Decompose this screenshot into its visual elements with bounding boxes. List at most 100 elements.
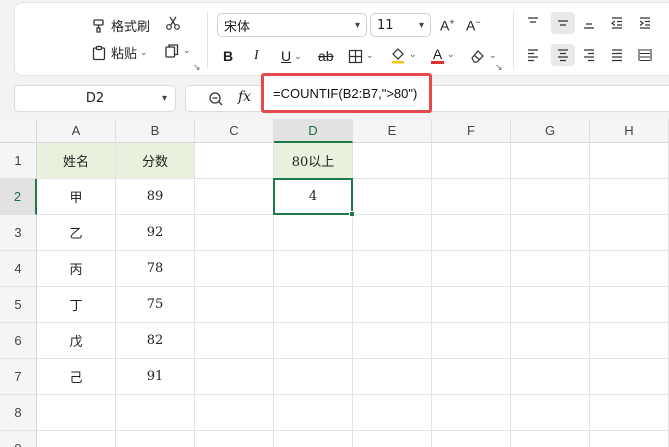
cell-b7[interactable]: 91: [116, 359, 195, 395]
row-header-5[interactable]: 5: [0, 287, 37, 323]
column-header-e[interactable]: E: [353, 119, 432, 143]
indent-decrease-button[interactable]: [609, 12, 625, 34]
row-header-8[interactable]: 8: [0, 395, 37, 431]
cell-f9[interactable]: [432, 431, 511, 447]
cell-b6[interactable]: 82: [116, 323, 195, 359]
cell-e6[interactable]: [353, 323, 432, 359]
cell-b1[interactable]: 分数: [116, 143, 195, 179]
cell-g7[interactable]: [511, 359, 590, 395]
clear-format-button[interactable]: ⌄: [470, 45, 497, 67]
cell-g5[interactable]: [511, 287, 590, 323]
cell-b3[interactable]: 92: [116, 215, 195, 251]
column-header-c[interactable]: C: [195, 119, 274, 143]
cell-c8[interactable]: [195, 395, 274, 431]
fill-handle[interactable]: [349, 211, 355, 217]
cell-b8[interactable]: [116, 395, 195, 431]
increase-font-button[interactable]: A+: [440, 14, 455, 36]
cell-g2[interactable]: [511, 179, 590, 215]
decrease-font-button[interactable]: A−: [466, 14, 481, 36]
align-bottom-button[interactable]: [581, 12, 597, 34]
cell-c3[interactable]: [195, 215, 274, 251]
select-all-corner[interactable]: [0, 119, 37, 143]
cell-a2[interactable]: 甲: [37, 179, 116, 215]
cell-f5[interactable]: [432, 287, 511, 323]
align-right-button[interactable]: [581, 44, 597, 66]
cell-g9[interactable]: [511, 431, 590, 447]
cell-h1[interactable]: [590, 143, 669, 179]
cell-d1[interactable]: 80以上: [274, 143, 353, 179]
column-header-g[interactable]: G: [511, 119, 590, 143]
copy-button[interactable]: ⌄: [164, 43, 191, 59]
cell-h8[interactable]: [590, 395, 669, 431]
cell-a7[interactable]: 己: [37, 359, 116, 395]
cell-d3[interactable]: [274, 215, 353, 251]
cut-button[interactable]: [165, 15, 181, 31]
align-left-button[interactable]: [525, 44, 541, 66]
cell-a6[interactable]: 戊: [37, 323, 116, 359]
row-header-4[interactable]: 4: [0, 251, 37, 287]
cell-d9[interactable]: [274, 431, 353, 447]
name-box[interactable]: D2 ▾: [14, 85, 176, 112]
cell-e7[interactable]: [353, 359, 432, 395]
cell-d7[interactable]: [274, 359, 353, 395]
indent-increase-button[interactable]: [637, 12, 653, 34]
cell-c6[interactable]: [195, 323, 274, 359]
format-painter-button[interactable]: 格式刷: [91, 16, 150, 35]
cell-a5[interactable]: 丁: [37, 287, 116, 323]
cell-e1[interactable]: [353, 143, 432, 179]
cell-f2[interactable]: [432, 179, 511, 215]
cell-e2[interactable]: [353, 179, 432, 215]
borders-button[interactable]: ⌄: [348, 45, 374, 67]
cell-a3[interactable]: 乙: [37, 215, 116, 251]
row-header-3[interactable]: 3: [0, 215, 37, 251]
zoom-icon[interactable]: [208, 91, 224, 111]
row-header-7[interactable]: 7: [0, 359, 37, 395]
cell-g1[interactable]: [511, 143, 590, 179]
row-header-2[interactable]: 2: [0, 179, 37, 215]
italic-button[interactable]: I: [254, 45, 259, 67]
cell-d6[interactable]: [274, 323, 353, 359]
cell-e8[interactable]: [353, 395, 432, 431]
cell-d4[interactable]: [274, 251, 353, 287]
formula-input[interactable]: =COUNTIF(B2:B7,">80"): [261, 73, 432, 113]
spreadsheet-grid[interactable]: A B C D E F G H 1 姓名 分数 80以上 2 甲 89 4 3 乙 92 4 丙 78 5 丁 75 6 戊 82 7 己…: [0, 119, 669, 447]
cell-e5[interactable]: [353, 287, 432, 323]
font-name-select[interactable]: 宋体 ▾: [217, 13, 367, 37]
cell-c9[interactable]: [195, 431, 274, 447]
cell-b9[interactable]: [116, 431, 195, 447]
align-center-button[interactable]: [551, 44, 575, 66]
cell-c2[interactable]: [195, 179, 274, 215]
cell-f6[interactable]: [432, 323, 511, 359]
cell-c1[interactable]: [195, 143, 274, 179]
clipboard-expand-icon[interactable]: ↘: [193, 63, 201, 73]
column-header-d[interactable]: D: [274, 119, 353, 143]
font-expand-icon[interactable]: ↘: [495, 63, 503, 73]
cell-h9[interactable]: [590, 431, 669, 447]
cell-g6[interactable]: [511, 323, 590, 359]
cell-a9[interactable]: [37, 431, 116, 447]
fill-color-button[interactable]: ⌄: [390, 44, 417, 66]
cell-g3[interactable]: [511, 215, 590, 251]
cell-f7[interactable]: [432, 359, 511, 395]
cell-d2[interactable]: 4: [274, 179, 353, 215]
row-header-9[interactable]: 9: [0, 431, 37, 447]
cell-d5[interactable]: [274, 287, 353, 323]
cell-h4[interactable]: [590, 251, 669, 287]
column-header-h[interactable]: H: [590, 119, 669, 143]
row-header-6[interactable]: 6: [0, 323, 37, 359]
cell-h2[interactable]: [590, 179, 669, 215]
cell-f1[interactable]: [432, 143, 511, 179]
font-size-select[interactable]: 11 ▾: [370, 13, 431, 37]
row-header-1[interactable]: 1: [0, 143, 37, 179]
cell-h6[interactable]: [590, 323, 669, 359]
cell-h7[interactable]: [590, 359, 669, 395]
cell-b4[interactable]: 78: [116, 251, 195, 287]
cell-a4[interactable]: 丙: [37, 251, 116, 287]
cell-f8[interactable]: [432, 395, 511, 431]
underline-button[interactable]: U ⌄: [281, 45, 302, 67]
cell-a1[interactable]: 姓名: [37, 143, 116, 179]
column-header-a[interactable]: A: [37, 119, 116, 143]
cell-g4[interactable]: [511, 251, 590, 287]
column-header-b[interactable]: B: [116, 119, 195, 143]
cell-d8[interactable]: [274, 395, 353, 431]
